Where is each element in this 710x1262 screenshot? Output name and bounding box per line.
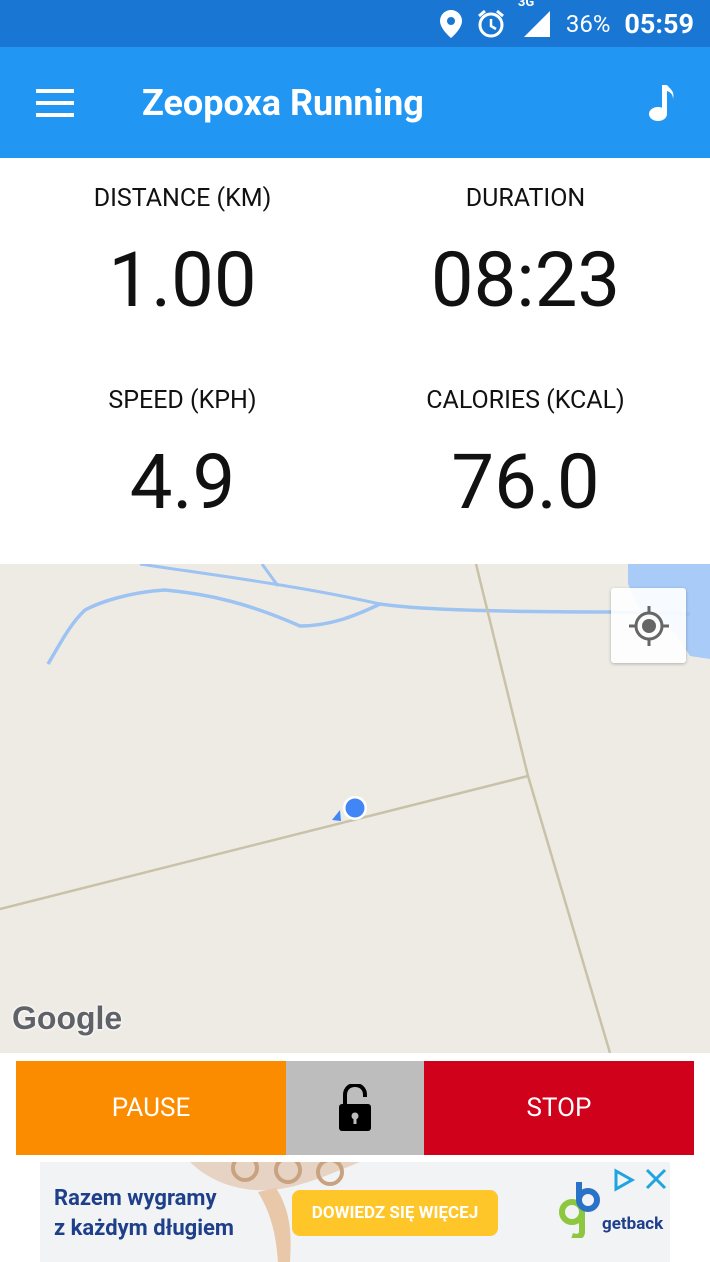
ad-headline: Razem wygramy z każdym długiem	[54, 1184, 234, 1244]
app-bar: Zeopoxa Running	[0, 47, 710, 158]
music-note-icon	[649, 84, 674, 121]
ad-cta-button[interactable]: DOWIEDZ SIĘ WIĘCEJ	[292, 1190, 498, 1236]
distance-label: DISTANCE (KM)	[93, 184, 272, 213]
current-location-marker	[332, 796, 367, 821]
calories-value: 76.0	[451, 437, 600, 527]
hamburger-menu-icon	[36, 88, 74, 117]
ad-cta-label: DOWIEDZ SIĘ WIĘCEJ	[311, 1203, 479, 1223]
getback-logo-icon	[559, 1182, 600, 1238]
google-logo-text: Google	[12, 1000, 123, 1036]
workout-controls: PAUSE STOP	[0, 1053, 710, 1162]
distance-stat: DISTANCE (KM) 1.00	[5, 184, 360, 325]
speed-value: 4.9	[129, 437, 236, 527]
crosshair-target-icon	[628, 605, 669, 646]
pause-label: PAUSE	[111, 1093, 191, 1123]
my-location-button[interactable]	[611, 588, 686, 663]
duration-stat: DURATION 08:23	[348, 184, 703, 325]
adchoices-icon[interactable]	[612, 1168, 636, 1192]
signal-icon: 3G	[518, 0, 552, 39]
duration-label: DURATION	[465, 184, 586, 213]
calories-stat: CALORIES (KCAL) 76.0	[348, 386, 703, 527]
unlocked-padlock-icon	[339, 1084, 371, 1131]
hamburger-menu-button[interactable]	[0, 47, 110, 158]
distance-value: 1.00	[108, 235, 257, 325]
app-title: Zeopoxa Running	[142, 81, 424, 124]
speed-label: SPEED (KPH)	[108, 386, 257, 415]
google-logo: Google	[12, 1000, 122, 1037]
route-map[interactable]: Google	[0, 564, 710, 1053]
duration-value: 08:23	[430, 235, 621, 325]
location-pin-icon	[439, 9, 462, 38]
ad-headline-line1: Razem wygramy	[54, 1186, 217, 1211]
ad-headline-line2: z każdym długiem	[54, 1216, 234, 1241]
status-clock: 05:59	[624, 7, 694, 40]
stop-button[interactable]: STOP	[424, 1061, 694, 1155]
pause-button[interactable]: PAUSE	[16, 1061, 286, 1155]
lock-button[interactable]	[286, 1061, 424, 1155]
stop-label: STOP	[526, 1093, 592, 1123]
alarm-clock-icon	[476, 9, 506, 39]
ad-banner[interactable]: Razem wygramy z każdym długiem DOWIEDZ S…	[40, 1162, 670, 1262]
music-button[interactable]	[610, 47, 710, 158]
ad-brand-logo: getback	[558, 1182, 663, 1242]
battery-percent: 36%	[565, 9, 611, 38]
close-ad-icon[interactable]	[644, 1166, 668, 1192]
status-bar: 3G 36% 05:59	[0, 0, 710, 47]
ad-brand-name: getback	[602, 1214, 664, 1234]
network-type-label: 3G	[517, 0, 535, 10]
speed-stat: SPEED (KPH) 4.9	[5, 386, 360, 527]
workout-stats-panel: DISTANCE (KM) 1.00 DURATION 08:23 SPEED …	[0, 158, 710, 564]
calories-label: CALORIES (KCAL)	[426, 386, 625, 415]
